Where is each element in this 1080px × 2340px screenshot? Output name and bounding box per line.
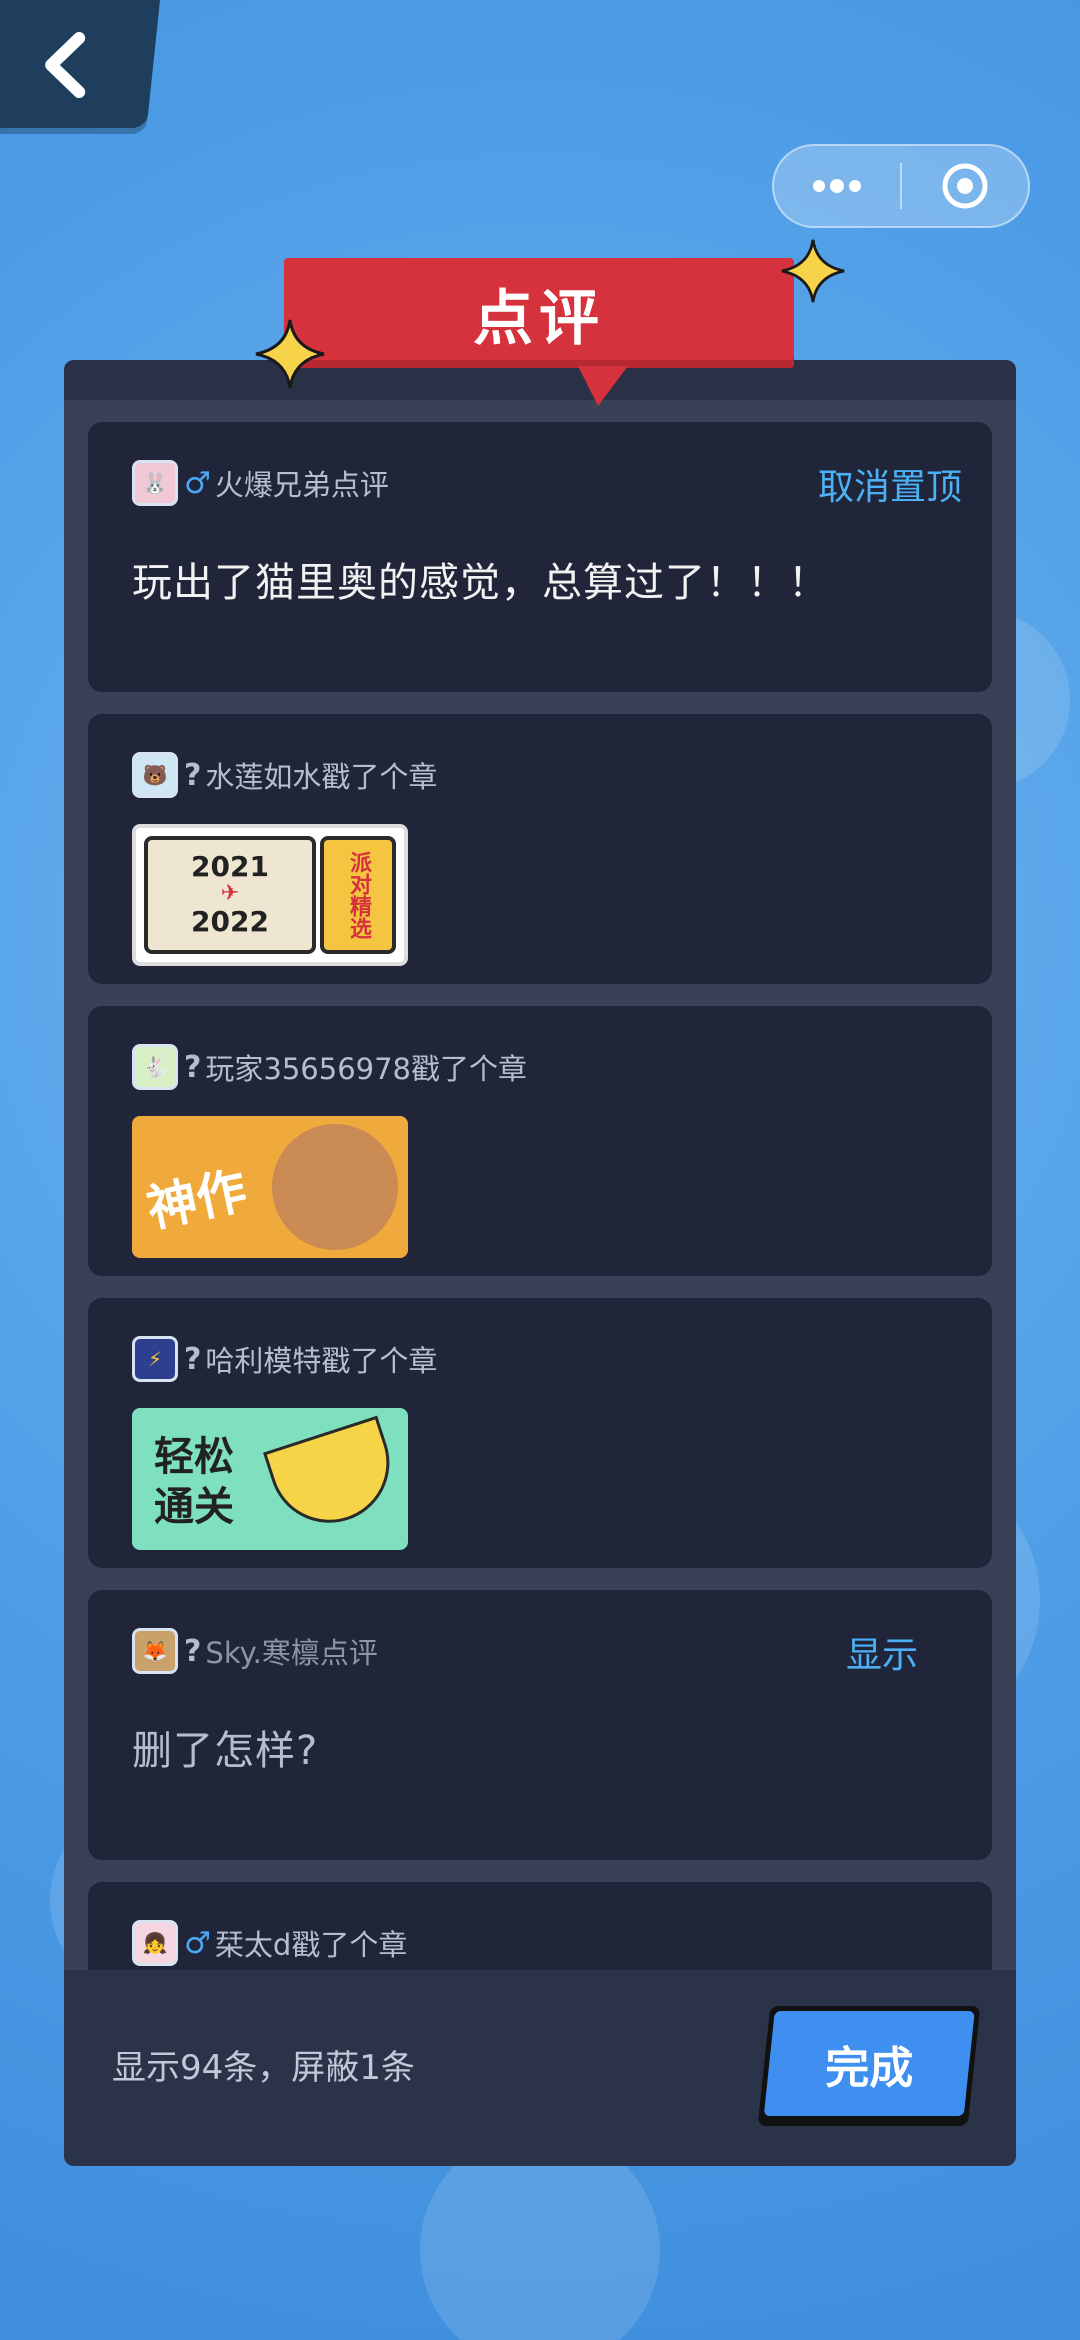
review-text: 玩出了猫里奥的感觉，总算过了！！！ — [132, 560, 829, 606]
review-card: 🐇 ? 玩家35656978戳了个章 神作 — [88, 1006, 992, 1276]
review-card: 🐻 ? 水莲如水戳了个章 2021 ✈ 2022 派对精选 — [88, 714, 992, 984]
avatar[interactable]: 👧 — [132, 1920, 178, 1966]
user-name: 火爆兄弟点评 — [214, 468, 389, 502]
show-button[interactable]: 显示 — [846, 1626, 918, 1678]
review-card: 🐰 ♂ 火爆兄弟点评 取消置顶 玩出了猫里奥的感觉，总算过了！！！ — [88, 422, 992, 692]
more-dots-icon — [813, 179, 861, 193]
mini-program-capsule — [772, 144, 1030, 228]
title-banner: 点评 — [284, 258, 794, 368]
review-list[interactable]: 🐰 ♂ 火爆兄弟点评 取消置顶 玩出了猫里奥的感觉，总算过了！！！ 🐻 ? 水莲… — [88, 422, 992, 2030]
avatar[interactable]: ⚡ — [132, 1336, 178, 1382]
user-name: 哈利模特戳了个章 — [205, 1344, 438, 1378]
avatar[interactable]: 🐇 — [132, 1044, 178, 1090]
gender-icon: ? — [184, 1049, 202, 1085]
review-text: 删了怎样? — [132, 1728, 319, 1774]
stamp-top-text: 2021 — [191, 850, 269, 883]
plane-icon: ✈ — [220, 881, 240, 906]
unpin-button[interactable]: 取消置顶 — [818, 458, 962, 510]
page-title: 点评 — [473, 283, 605, 354]
review-card: ⚡ ? 哈利模特戳了个章 轻松 通关 — [88, 1298, 992, 1568]
stamp-image-2021-2022[interactable]: 2021 ✈ 2022 派对精选 — [132, 824, 408, 966]
user-name: 玩家35656978戳了个章 — [205, 1052, 528, 1086]
count-text: 显示94条，屏蔽1条 — [112, 2048, 415, 2088]
stamp-line2: 通关 — [154, 1484, 234, 1530]
stamp-line1: 轻松 — [154, 1434, 234, 1480]
user-name: Sky.寒檩点评 — [205, 1636, 378, 1670]
back-arrow-icon — [45, 32, 86, 98]
avatar[interactable]: 🐰 — [132, 460, 178, 506]
user-name: 水莲如水戳了个章 — [205, 760, 438, 794]
panel-footer: 显示94条，屏蔽1条 完成 — [64, 1970, 1016, 2166]
review-card: 🦊 ? Sky.寒檩点评 显示 删了怎样? — [88, 1590, 992, 1860]
gender-icon: ♂ — [184, 1925, 211, 1961]
star-icon — [255, 319, 325, 389]
stamp-bottom-text: 2022 — [191, 905, 269, 938]
done-label: 完成 — [825, 2042, 914, 2094]
gender-icon: ? — [184, 1633, 202, 1669]
done-button[interactable]: 完成 — [757, 2006, 981, 2126]
user-name: 栞太d戳了个章 — [214, 1928, 408, 1962]
gender-icon: ? — [184, 757, 202, 793]
stamp-image-masterpiece[interactable]: 神作 — [132, 1116, 408, 1258]
avatar[interactable]: 🦊 — [132, 1628, 178, 1674]
avatar[interactable]: 🐻 — [132, 752, 178, 798]
more-button[interactable] — [774, 146, 900, 226]
stamp-side-text: 派对精选 — [346, 851, 371, 939]
gender-icon: ? — [184, 1341, 202, 1377]
review-panel: 🐰 ♂ 火爆兄弟点评 取消置顶 玩出了猫里奥的感觉，总算过了！！！ 🐻 ? 水莲… — [64, 360, 1016, 2166]
stamp-text: 神作 — [141, 1161, 252, 1239]
target-icon — [942, 163, 988, 209]
banner-tail — [578, 366, 628, 406]
back-button[interactable] — [0, 0, 160, 128]
stamp-image-easy-clear[interactable]: 轻松 通关 — [132, 1408, 408, 1550]
star-icon — [781, 239, 845, 303]
banana-icon — [263, 1415, 405, 1539]
close-program-button[interactable] — [902, 146, 1028, 226]
gender-icon: ♂ — [184, 465, 211, 501]
monkey-icon — [272, 1124, 398, 1250]
